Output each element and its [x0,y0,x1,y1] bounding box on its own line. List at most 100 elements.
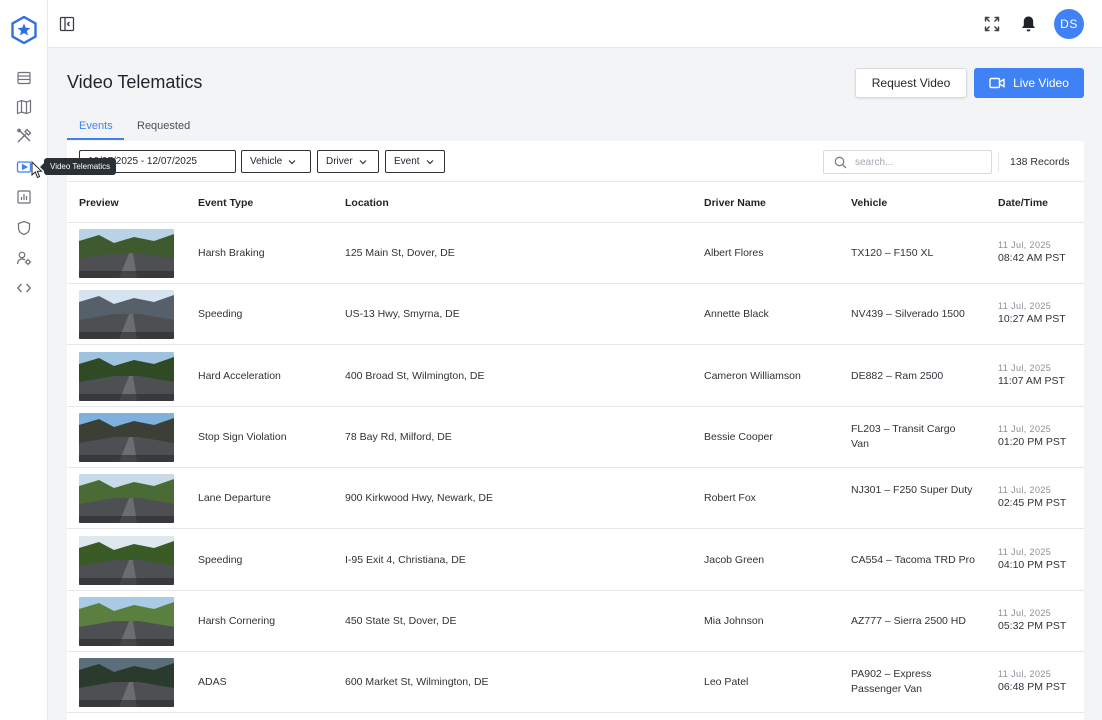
shield-icon[interactable] [14,218,34,238]
driver-name-cell: Annette Black [704,308,769,321]
event-type-cell: Harsh Braking [198,247,265,259]
chevron-down-icon [288,159,296,164]
video-thumbnail[interactable] [79,412,174,462]
column-header-location[interactable]: Location [345,197,389,209]
driver-name-cell: Leo Patel [704,676,749,689]
sidebar [0,0,48,720]
tab-events[interactable]: Events [79,120,113,132]
event-time: 06:48 PM PST [998,681,1067,694]
events-table-card: 10/07/2025 - 12/07/2025 Vehicle Driver E… [67,141,1084,720]
event-type-cell: Speeding [198,308,243,321]
video-thumbnail[interactable] [79,535,174,585]
search-icon [834,156,847,168]
tab-requested[interactable]: Requested [137,120,190,132]
sidebar-toggle-icon[interactable] [59,16,75,32]
column-header-driver-name[interactable]: Driver Name [704,197,766,209]
video-thumbnail[interactable] [79,596,174,646]
column-header-event-type[interactable]: Event Type [198,197,253,209]
table-row[interactable]: ADAS 600 Market St, Wilmington, DE Leo Pat… [67,652,1084,714]
event-date: 11 Jul, 2025 [998,607,1052,618]
user-settings-icon[interactable] [14,248,34,268]
driver-name-cell: Cameron Williamson [704,369,801,382]
map-icon[interactable] [14,97,34,117]
column-header-preview[interactable]: Preview [79,197,119,209]
vehicle-filter[interactable]: Vehicle [241,150,311,173]
search-input[interactable] [855,156,985,168]
live-video-label: Live Video [1013,76,1069,90]
video-thumbnail[interactable] [79,351,174,401]
event-time: 11:07 AM PST [998,374,1065,387]
driver-name-cell: Albert Flores [704,247,764,259]
logo-icon[interactable] [11,16,37,44]
video-camera-icon [989,77,1005,89]
event-time: 01:20 PM PST [998,435,1067,448]
table-row[interactable]: Speeding US-13 Hwy, Smyrna, DE Annette Bla… [67,284,1084,346]
vehicle-cell: FL203 – Transit Cargo Van [851,422,956,450]
location-cell: US-13 Hwy, Smyrna, DE [345,308,460,321]
table-row[interactable]: Harsh Cornering 450 State St, Dover, DE Mi… [67,591,1084,652]
table-row[interactable]: Stop Sign Violation 78 Bay Rd, Milford, D… [67,407,1084,468]
event-date: 11 Jul, 2025 [998,240,1052,250]
event-filter-label: Event [394,156,420,167]
notification-bell-icon[interactable] [1020,15,1037,33]
location-cell: 400 Broad St, Wilmington, DE [345,369,485,382]
video-thumbnail[interactable] [79,290,174,340]
date-time-cell: 11 Jul, 2025 06:48 PM PST [998,668,1066,695]
fullscreen-icon[interactable] [984,16,1000,32]
vehicle-filter-label: Vehicle [250,156,283,167]
event-filter[interactable]: Event [385,150,445,173]
driver-name-cell: Robert Fox [704,492,756,505]
location-cell: 600 Market St, Wilmington, DE [345,676,489,689]
list-icon[interactable] [14,68,34,88]
divider [998,152,999,172]
table-row[interactable]: Harsh Braking 125 Main St, Dover, DE Alber… [67,223,1084,284]
video-thumbnail[interactable] [79,474,174,524]
records-count: 138 Records [1010,156,1070,168]
search-box [823,150,992,174]
date-time-cell: 11 Jul, 2025 04:10 PM PST [998,546,1066,573]
video-thumbnail[interactable] [79,229,174,278]
user-avatar[interactable]: DS [1054,9,1084,39]
page-title: Video Telematics [67,72,203,92]
location-cell: 900 Kirkwood Hwy, Newark, DE [345,492,494,505]
driver-name-cell: Bessie Cooper [704,430,773,443]
video-thumbnail[interactable] [79,658,174,708]
driver-name-cell: Jacob Green [704,553,765,566]
event-time: 08:42 AM PST [998,252,1066,264]
event-type-cell: Stop Sign Violation [198,430,287,443]
location-cell: I-95 Exit 4, Christiana, DE [345,553,466,566]
driver-filter[interactable]: Driver [317,150,379,173]
tools-icon[interactable] [14,126,34,146]
chevron-down-icon [426,159,434,164]
location-cell: 78 Bay Rd, Milford, DE [345,430,452,443]
event-date: 11 Jul, 2025 [998,485,1052,496]
event-type-cell: Speeding [198,553,243,566]
table-header: Preview Event Type Location Driver Name … [67,182,1084,223]
column-header-vehicle[interactable]: Vehicle [851,197,887,209]
event-time: 02:45 PM PST [998,497,1067,510]
event-time: 04:10 PM PST [998,558,1067,571]
event-date: 11 Jul, 2025 [998,301,1052,312]
event-date: 11 Jul, 2025 [998,546,1052,557]
column-header-date-time[interactable]: Date/Time [998,197,1048,209]
driver-filter-label: Driver [326,156,353,167]
table-row[interactable]: Hard Acceleration 400 Broad St, Wilmingto… [67,346,1084,407]
bar-chart-icon[interactable] [14,187,34,207]
live-video-button[interactable]: Live Video [974,68,1084,98]
table-row[interactable]: Speeding I-95 Exit 4, Christiana, DE Jacob… [67,530,1084,591]
vehicle-cell: DE882 – Ram 2500 [851,369,944,382]
table-row[interactable]: Lane Departure 900 Kirkwood Hwy, Newark, … [67,468,1084,530]
vehicle-cell: AZ777 – Sierra 2500 HD [851,614,966,627]
location-cell: 450 State St, Dover, DE [345,614,457,627]
code-icon[interactable] [14,278,34,298]
filter-bar: 10/07/2025 - 12/07/2025 Vehicle Driver E… [67,141,1084,182]
date-time-cell: 11 Jul, 2025 10:27 AM PST [998,300,1066,327]
vehicle-cell: CA554 – Tacoma TRD Pro [851,553,975,566]
event-date: 11 Jul, 2025 [998,423,1052,434]
request-video-button[interactable]: Request Video [855,68,967,98]
event-time: 05:32 PM PST [998,619,1067,632]
sidebar-tooltip: Video Telematics [39,158,117,175]
vehicle-cell: PA902 – Express Passenger Van [851,668,932,696]
date-time-cell: 11 Jul, 2025 05:32 PM PST [998,607,1066,634]
event-date: 11 Jul, 2025 [998,362,1052,373]
